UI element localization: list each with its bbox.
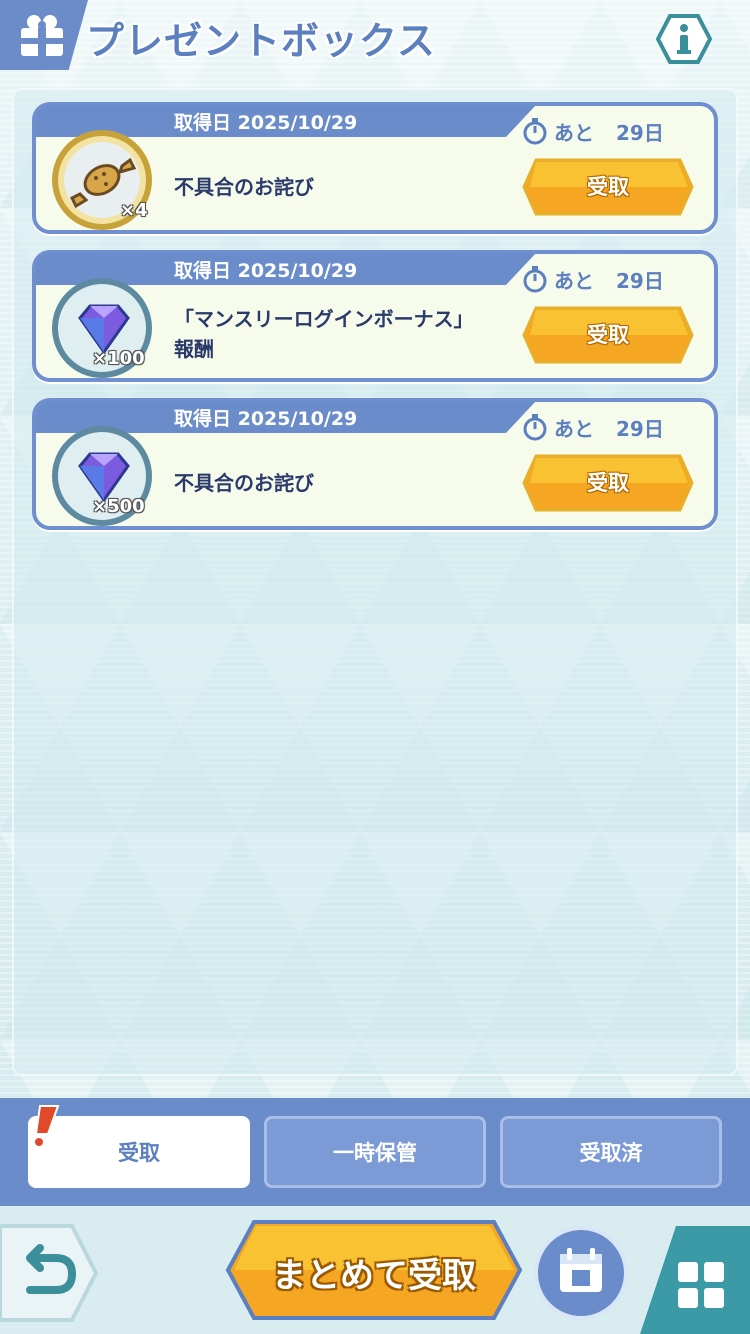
remaining-days: 29日 xyxy=(616,120,664,145)
remaining-prefix: あと xyxy=(554,268,594,293)
remaining-days: 29日 xyxy=(616,268,664,293)
calendar-icon[interactable] xyxy=(534,1226,628,1320)
back-arrow-icon[interactable] xyxy=(0,1222,100,1324)
present-card: 取得日 2025/10/29 あと 29日 ×4 不具合のお詫び 受取 xyxy=(32,102,718,234)
acquired-date: 取得日 2025/10/29 xyxy=(174,112,358,134)
tab-receive[interactable]: 受取 xyxy=(28,1116,250,1188)
remaining-prefix: あと xyxy=(554,416,594,441)
item-name-line1: 「マンスリーログインボーナス」 xyxy=(174,307,474,331)
present-card: 取得日 2025/10/29 あと 29日 ×500 不具合のお詫び 受取 xyxy=(32,398,718,530)
remaining-prefix: あと xyxy=(554,120,594,145)
info-icon[interactable] xyxy=(656,14,712,64)
item-quantity: ×100 xyxy=(92,348,145,369)
gift-icon xyxy=(21,15,63,56)
tab-temporary-storage[interactable]: 一時保管 xyxy=(264,1116,486,1188)
receive-button-label: 受取 xyxy=(587,175,629,199)
present-list-panel[interactable] xyxy=(12,88,738,1076)
acquired-date: 取得日 2025/10/29 xyxy=(174,408,358,430)
grid-menu-icon[interactable] xyxy=(640,1226,750,1334)
receive-button[interactable]: 受取 xyxy=(522,158,694,216)
item-name: 不具合のお詫び xyxy=(174,468,314,498)
receive-button[interactable]: 受取 xyxy=(522,306,694,364)
alert-icon xyxy=(33,1105,60,1148)
present-card: 取得日 2025/10/29 あと 29日 ×100 「マンスリーログインボーナ… xyxy=(32,250,718,382)
remaining-time: あと 29日 xyxy=(522,116,664,146)
receive-button[interactable]: 受取 xyxy=(522,454,694,512)
item-name-line1: 不具合のお詫び xyxy=(174,175,314,199)
page-title: プレゼントボックス xyxy=(86,19,436,63)
item-name-line1: 不具合のお詫び xyxy=(174,471,314,495)
bulk-receive-button[interactable]: まとめて受取 xyxy=(224,1218,524,1322)
stopwatch-icon xyxy=(523,266,547,293)
receive-button-label: 受取 xyxy=(587,323,629,347)
item-name: 不具合のお詫び xyxy=(174,172,314,202)
stopwatch-icon xyxy=(523,118,547,145)
stopwatch-icon xyxy=(523,414,547,441)
item-quantity: ×500 xyxy=(92,496,145,517)
remaining-days: 29日 xyxy=(616,416,664,441)
item-quantity: ×4 xyxy=(120,200,148,221)
receive-button-label: 受取 xyxy=(587,471,629,495)
item-name: 「マンスリーログインボーナス」 報酬 xyxy=(174,304,474,364)
tab-received[interactable]: 受取済 xyxy=(500,1116,722,1188)
header: プレゼントボックス xyxy=(0,0,750,72)
bulk-receive-label: まとめて受取 xyxy=(272,1256,476,1296)
item-name-line2: 報酬 xyxy=(174,337,214,361)
remaining-time: あと 29日 xyxy=(522,264,664,294)
remaining-time: あと 29日 xyxy=(522,412,664,442)
acquired-date: 取得日 2025/10/29 xyxy=(174,260,358,282)
